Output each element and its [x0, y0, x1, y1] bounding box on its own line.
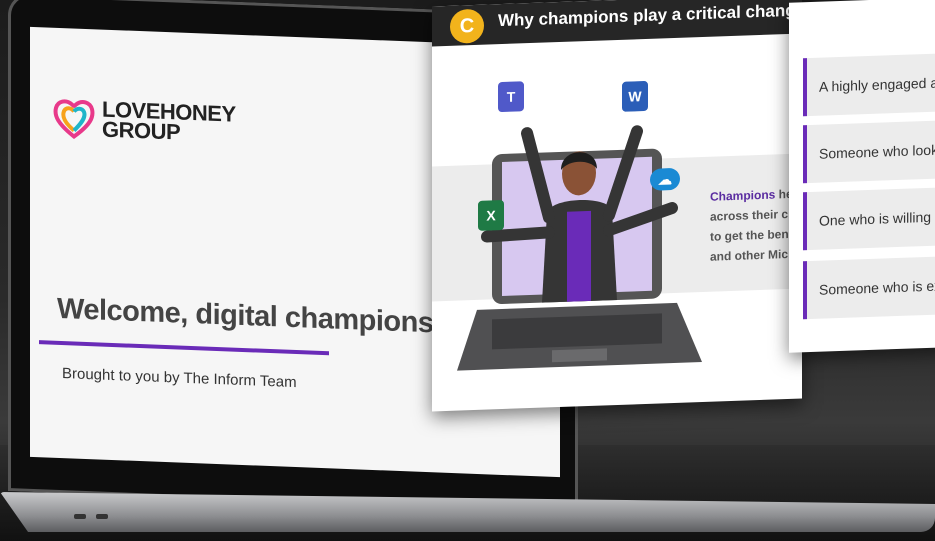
usb-port [74, 514, 86, 519]
accent-rule [39, 340, 329, 356]
slide-byline: Brought to you by The Inform Team [62, 365, 297, 392]
champions-description: Champions he across their c to get the b… [710, 184, 793, 267]
logo-wordmark: LOVEHONEY GROUP [102, 97, 236, 145]
heart-logo-icon [53, 99, 95, 140]
text-line-3: to get the ben [710, 227, 789, 244]
laptop-ports [74, 514, 108, 519]
text-line-2: across their c [710, 207, 789, 224]
onedrive-icon: ☁ [650, 167, 680, 191]
floating-slide-champion-traits: A highly engaged an Someone who looks On… [789, 0, 935, 353]
usb-port [96, 514, 108, 519]
excel-icon: X [478, 199, 504, 231]
slide-title: Welcome, digital champions! [57, 292, 443, 340]
text-line-4: and other Mic [710, 247, 789, 264]
trait-item: Someone who is ex [803, 256, 935, 320]
trait-item: Someone who looks [803, 120, 935, 184]
champions-highlight: Champions [710, 187, 776, 204]
floating-slide-why-champions: C Why champions play a critical change r… [432, 0, 802, 412]
trait-item: A highly engaged an [803, 53, 935, 117]
lovehoney-logo: LOVEHONEY GROUP [52, 96, 236, 147]
trait-item: One who is willing t [803, 187, 935, 251]
teams-icon: T [498, 81, 524, 113]
word-icon: W [622, 80, 648, 112]
